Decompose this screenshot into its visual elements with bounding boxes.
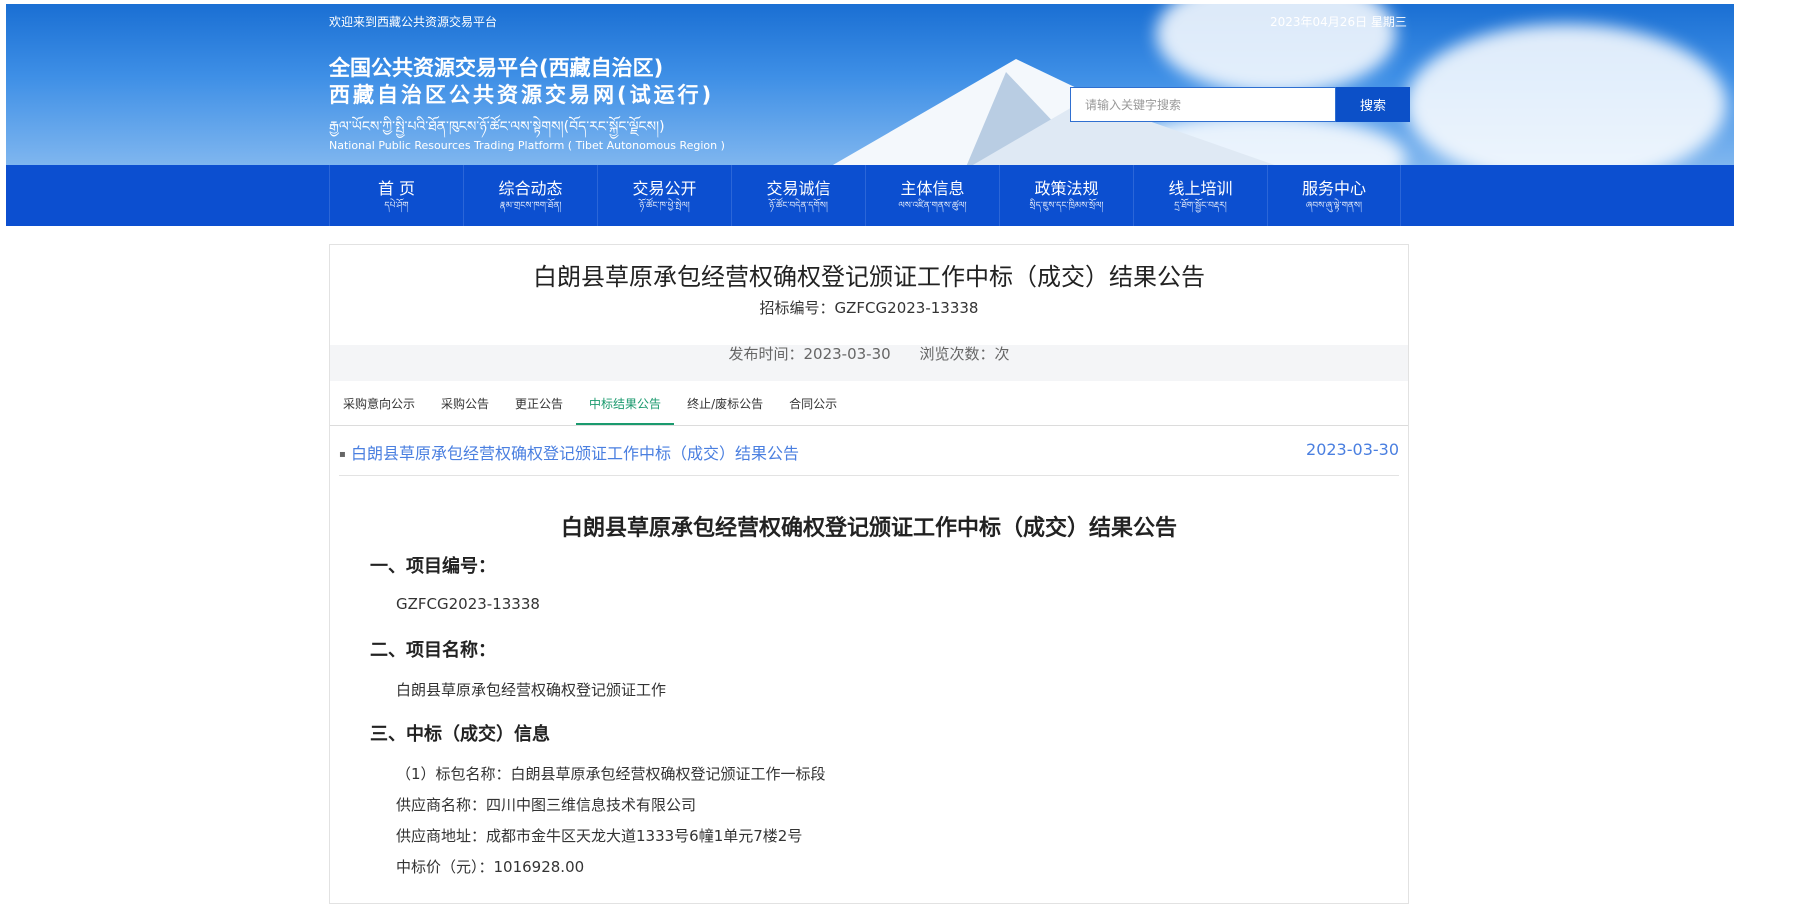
- nav-item[interactable]: 主体信息 ལས་འཛིན་གནས་ཚུལ།: [865, 165, 999, 226]
- nav-item-label: 主体信息: [900, 178, 965, 198]
- nav-item-label: 服务中心: [1301, 178, 1366, 198]
- nav-item-sublabel: ཉོ་ཚོང་ཁ་ཕྱེ་སྤེལ།: [639, 200, 690, 211]
- nav-item[interactable]: 交易诚信 ཉོ་ཚོང་བདེན་དགོས།: [731, 165, 865, 226]
- welcome-text: 欢迎来到西藏公共资源交易平台: [329, 15, 498, 29]
- supplier-address: 供应商地址：成都市金牛区天龙大道1333号6幢1单元7楼2号: [396, 827, 803, 845]
- nav-item-sublabel: ཉོ་ཚོང་བདེན་དགོས།: [769, 200, 828, 211]
- site-title-english: National Public Resources Trading Platfo…: [329, 139, 725, 152]
- section-heading: 二、项目名称：: [370, 640, 496, 661]
- nav-item-sublabel: དྲ་ཐོག་སྦྱོང་བརྡར།: [1174, 200, 1227, 211]
- notice-date: 2023-03-30: [1306, 440, 1399, 459]
- nav-item-label: 线上培训: [1168, 178, 1233, 198]
- project-name: 白朗县草原承包经营权确权登记颁证工作: [396, 681, 667, 699]
- article-panel: 白朗县草原承包经营权确权登记颁证工作中标（成交）结果公告 招标编号：GZFCG2…: [329, 244, 1409, 904]
- site-title-line1: 全国公共资源交易平台(西藏自治区): [329, 56, 664, 80]
- nav-item-label: 首 页: [377, 178, 416, 198]
- nav-item-sublabel: ཞབས་ཞུ་ལྟེ་གནས།: [1306, 200, 1362, 211]
- search-input[interactable]: [1070, 87, 1336, 122]
- nav-item[interactable]: 综合动态 རྣམ་གྲངས་ཁག་ཐོན།: [463, 165, 597, 226]
- nav-item-sublabel: རྣམ་གྲངས་ཁག་ཐོན།: [499, 200, 562, 211]
- main-nav: 首 页 དཔེ་ཤོག 综合动态 རྣམ་གྲངས་ཁག་ཐོན། 交易公开 ཉོ་ཚོང…: [6, 165, 1734, 226]
- project-number: GZFCG2023-13338: [396, 595, 540, 613]
- tab-notice-type[interactable]: 中标结果公告: [576, 382, 675, 425]
- lot-name: （1）标包名称：白朗县草原承包经营权确权登记颁证工作一标段: [396, 765, 826, 783]
- nav-item-sublabel: ལས་འཛིན་གནས་ཚུལ།: [898, 200, 967, 211]
- list-item: ▪ 白朗县草原承包经营权确权登记颁证工作中标（成交）结果公告 2023-03-3…: [339, 435, 1399, 476]
- tab-notice-type[interactable]: 更正公告: [502, 382, 576, 425]
- body-title: 白朗县草原承包经营权确权登记颁证工作中标（成交）结果公告: [560, 516, 1177, 541]
- tender-code: 招标编号：GZFCG2023-13338: [759, 299, 979, 317]
- section-heading: 三、中标（成交）信息: [370, 724, 550, 745]
- nav-item-sublabel: དཔེ་ཤོག: [384, 200, 409, 211]
- nav-item-sublabel: སྲིད་ཇུས་དང་ཁྲིམས་སྲོལ།: [1029, 200, 1104, 211]
- current-date: 2023年04月26日 星期三: [1270, 15, 1407, 29]
- nav-item[interactable]: 政策法规 སྲིད་ཇུས་དང་ཁྲིམས་སྲོལ།: [999, 165, 1133, 226]
- nav-item[interactable]: 首 页 དཔེ་ཤོག: [329, 165, 463, 226]
- site-title-line2: 西藏自治区公共资源交易网(试运行): [329, 83, 715, 107]
- section-heading: 一、项目编号：: [370, 556, 496, 577]
- nav-item-label: 政策法规: [1034, 178, 1099, 198]
- tab-notice-type[interactable]: 采购意向公示: [330, 382, 428, 425]
- nav-item-label: 交易诚信: [766, 178, 831, 198]
- nav-item-label: 综合动态: [498, 178, 563, 198]
- search-button[interactable]: 搜索: [1336, 87, 1410, 122]
- nav-item-label: 交易公开: [632, 178, 697, 198]
- tab-notice-type[interactable]: 终止/废标公告: [674, 382, 776, 425]
- nav-item[interactable]: 交易公开 ཉོ་ཚོང་ཁ་ཕྱེ་སྤེལ།: [597, 165, 731, 226]
- header-banner: 欢迎来到西藏公共资源交易平台 2023年04月26日 星期三 全国公共资源交易平…: [6, 4, 1734, 165]
- nav-item[interactable]: 线上培训 དྲ་ཐོག་སྦྱོང་བརྡར།: [1133, 165, 1267, 226]
- bid-price: 中标价（元）：1016928.00: [396, 858, 585, 876]
- tab-notice-type[interactable]: 采购公告: [428, 382, 502, 425]
- publish-time: 发布时间：2023-03-30: [728, 345, 891, 363]
- notice-link[interactable]: 白朗县草原承包经营权确权登记颁证工作中标（成交）结果公告: [351, 440, 799, 464]
- notice-tabs: 采购意向公示 采购公告 更正公告 中标结果公告 终止/废标公告 合同公示: [330, 382, 1408, 426]
- tab-notice-type[interactable]: 合同公示: [776, 382, 850, 425]
- supplier-name: 供应商名称：四川中图三维信息技术有限公司: [396, 796, 697, 814]
- nav-item[interactable]: 服务中心 ཞབས་ཞུ་ལྟེ་གནས།: [1267, 165, 1401, 226]
- article-meta: 发布时间：2023-03-30 浏览次数：次: [330, 345, 1408, 381]
- view-count: 浏览次数：次: [919, 345, 1010, 363]
- article-title: 白朗县草原承包经营权确权登记颁证工作中标（成交）结果公告: [533, 263, 1205, 291]
- bullet-icon: ▪: [339, 449, 346, 460]
- banner-cloud: [1406, 24, 1726, 165]
